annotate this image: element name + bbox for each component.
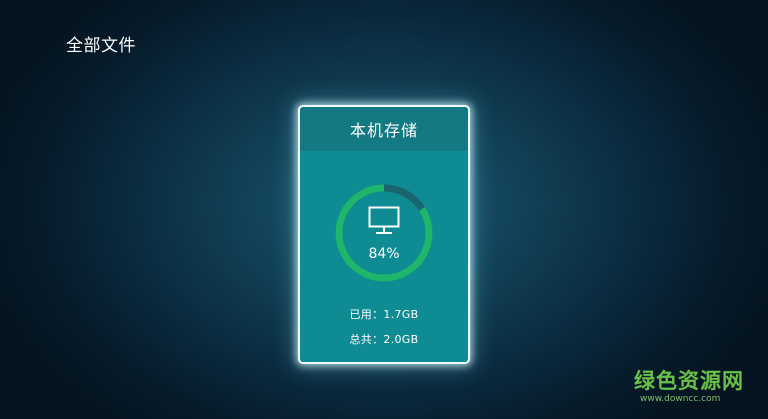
usage-percent: 84% [368, 246, 400, 262]
used-label: 已用： [349, 308, 384, 321]
used-value: 1.7GB [383, 308, 419, 321]
site-watermark: 绿色资源网 www.downcc.com [634, 369, 754, 405]
local-storage-card[interactable]: 本机存储 84% 已用：1.7GB 总共：2.0GB [298, 105, 470, 364]
used-space: 已用：1.7GB [300, 306, 468, 322]
card-title: 本机存储 [349, 121, 418, 140]
card-header: 本机存储 [300, 107, 468, 151]
total-value: 2.0GB [383, 333, 419, 346]
total-label: 总共： [349, 333, 384, 346]
watermark-name: 绿色资源网 [634, 369, 744, 393]
monitor-icon [368, 206, 400, 234]
page-title: 全部文件 [66, 36, 136, 56]
total-space: 总共：2.0GB [300, 331, 468, 347]
watermark-url: www.downcc.com [640, 394, 721, 404]
